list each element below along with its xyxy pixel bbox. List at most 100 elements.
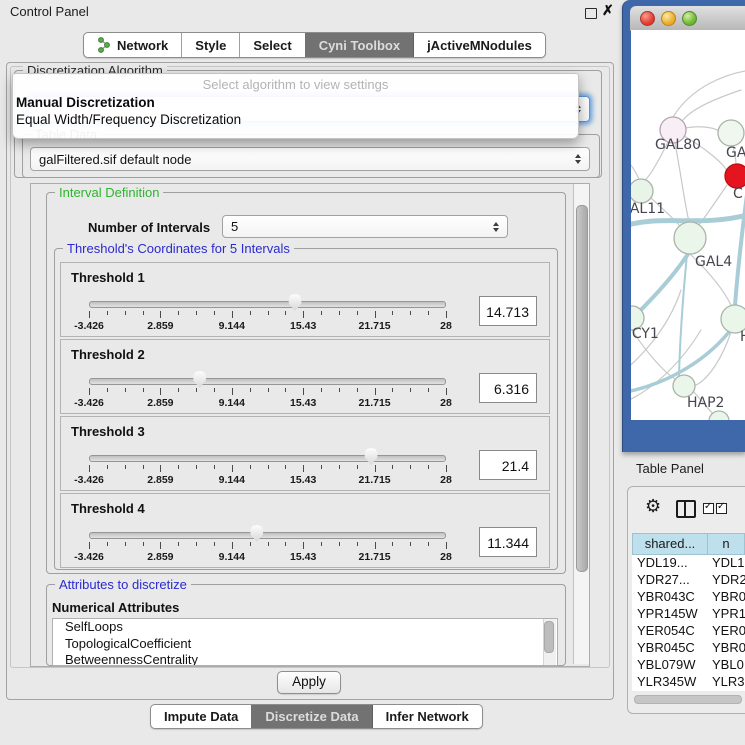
slider-tick <box>446 542 447 549</box>
slider-scale-label: 2.859 <box>147 474 173 486</box>
network-node-GAL4[interactable] <box>674 222 706 254</box>
horizontal-scrollbar-thumb[interactable] <box>634 695 742 704</box>
checkbox-checked-icon[interactable] <box>703 503 714 514</box>
slider-tick <box>339 465 340 469</box>
network-edge[interactable] <box>685 127 719 131</box>
close-traffic-light-icon[interactable] <box>640 11 655 26</box>
slider-track[interactable] <box>89 455 446 462</box>
tab-jactivemnodules[interactable]: jActiveMNodules <box>413 33 545 57</box>
list-scrollbar-thumb[interactable] <box>544 621 554 653</box>
slider-track[interactable] <box>89 301 446 308</box>
tab-infer-network[interactable]: Infer Network <box>372 705 482 728</box>
num-intervals-combobox[interactable]: 5 <box>222 215 508 238</box>
threshold-row: Threshold 1-3.4262.8599.14415.4321.71528… <box>60 262 550 337</box>
network-window-titlebar[interactable] <box>630 6 745 31</box>
numerical-attributes-list[interactable]: SelfLoopsTopologicalCoefficientBetweenne… <box>52 618 558 666</box>
gear-icon[interactable]: ⚙ <box>645 496 661 517</box>
slider-tick <box>125 465 126 469</box>
attribute-list-item[interactable]: TopologicalCoefficient <box>53 636 557 653</box>
network-edge[interactable] <box>673 70 745 117</box>
slider-thumb[interactable] <box>364 448 379 465</box>
slider-tick <box>250 542 251 546</box>
slider-tick <box>214 542 215 546</box>
tab-network[interactable]: Network <box>84 33 181 57</box>
threshold-slider[interactable]: -3.4262.8599.14415.4321.71528 <box>89 293 446 333</box>
slider-track[interactable] <box>89 532 446 539</box>
slider-tick <box>357 542 358 546</box>
network-edge-thick[interactable] <box>679 254 687 375</box>
network-node-HAP2[interactable] <box>673 375 695 397</box>
threshold-value-field[interactable]: 14.713 <box>479 296 537 326</box>
close-icon[interactable]: ✗ <box>602 2 614 19</box>
apply-button[interactable]: Apply <box>277 671 341 694</box>
network-edge[interactable] <box>683 90 741 120</box>
minimize-traffic-light-icon[interactable] <box>661 11 676 26</box>
network-node-red-node[interactable] <box>725 164 745 188</box>
slider-thumb[interactable] <box>288 294 303 311</box>
network-node-label: HAP2 <box>687 395 724 411</box>
network-node-GAL11[interactable] <box>631 179 653 203</box>
threshold-value-field[interactable]: 6.316 <box>479 373 537 403</box>
tab-label: Select <box>253 38 291 53</box>
threshold-value-field[interactable]: 11.344 <box>479 527 537 557</box>
dropdown-option[interactable]: Manual Discretization <box>13 94 578 111</box>
network-node-node-top-right[interactable] <box>718 120 744 146</box>
attribute-list-item[interactable]: BetweennessCentrality <box>53 652 557 666</box>
slider-tick <box>232 465 233 472</box>
slider-tick <box>321 465 322 469</box>
checkbox-checked-icon[interactable] <box>716 503 727 514</box>
network-node-label: H <box>740 329 745 345</box>
table-row[interactable]: YBR045CYBR0 <box>632 640 745 657</box>
tab-cyni-toolbox[interactable]: Cyni Toolbox <box>305 33 413 57</box>
combobox-arrows-icon <box>493 222 499 232</box>
threshold-slider[interactable]: -3.4262.8599.14415.4321.71528 <box>89 524 446 564</box>
node-table[interactable]: shared... n YDL19...YDL1YDR27...YDR2YBR0… <box>632 533 745 691</box>
list-scrollbar[interactable] <box>543 619 556 665</box>
slider-track[interactable] <box>89 378 446 385</box>
slider-scale-label: -3.426 <box>74 320 104 332</box>
table-row[interactable]: YBR043CYBR0 <box>632 589 745 606</box>
zoom-traffic-light-icon[interactable] <box>682 11 697 26</box>
network-edge[interactable] <box>675 143 689 222</box>
column-header-shared-name[interactable]: shared... <box>632 533 708 555</box>
threshold-value-field[interactable]: 21.4 <box>479 450 537 480</box>
table-row[interactable]: YPR145WYPR1 <box>632 606 745 623</box>
table-row[interactable]: YLR345WYLR3 <box>632 674 745 691</box>
slider-tick <box>143 388 144 392</box>
column-header-name[interactable]: n <box>708 533 745 555</box>
tab-discretize-data[interactable]: Discretize Data <box>251 705 371 728</box>
attribute-list-item[interactable]: SelfLoops <box>53 619 557 636</box>
slider-tick <box>89 542 90 549</box>
slider-tick <box>285 311 286 315</box>
table-row[interactable]: YDR27...YDR2 <box>632 572 745 589</box>
network-node-label: GAL4 <box>695 254 732 270</box>
slider-tick <box>321 542 322 546</box>
dropdown-option[interactable]: Equal Width/Frequency Discretization <box>13 111 578 128</box>
vertical-scrollbar-thumb[interactable] <box>576 205 588 572</box>
float-window-icon[interactable] <box>585 8 597 19</box>
slider-thumb[interactable] <box>192 371 207 388</box>
bottom-tabbar: Impute DataDiscretize DataInfer Network <box>150 704 483 729</box>
table-row[interactable]: YDL19...YDL1 <box>632 555 745 572</box>
slider-tick <box>178 311 179 315</box>
table-row[interactable]: YER054CYER0 <box>632 623 745 640</box>
split-columns-icon[interactable] <box>676 500 696 518</box>
tab-select[interactable]: Select <box>239 33 304 57</box>
dropdown-placeholder-item[interactable]: Select algorithm to view settings <box>13 74 578 94</box>
threshold-label: Threshold 3 <box>71 424 145 439</box>
slider-tick <box>410 311 411 315</box>
table-row[interactable]: YBL079WYBL0 <box>632 657 745 674</box>
combobox-arrows-icon <box>575 154 581 164</box>
slider-thumb[interactable] <box>249 525 264 542</box>
slider-tick <box>410 388 411 392</box>
network-edge[interactable] <box>631 156 639 179</box>
slider-tick <box>214 311 215 315</box>
network-canvas[interactable]: GAL80GACGAL11GAL4GCY1HHAP2 <box>631 30 745 420</box>
threshold-slider[interactable]: -3.4262.8599.14415.4321.71528 <box>89 370 446 410</box>
table-data-combobox[interactable]: galFiltered.sif default node <box>30 147 590 171</box>
threshold-slider[interactable]: -3.4262.8599.14415.4321.71528 <box>89 447 446 487</box>
slider-scale-label: 2.859 <box>147 397 173 409</box>
tab-style[interactable]: Style <box>181 33 239 57</box>
slider-tick <box>285 388 286 392</box>
tab-impute-data[interactable]: Impute Data <box>151 705 251 728</box>
